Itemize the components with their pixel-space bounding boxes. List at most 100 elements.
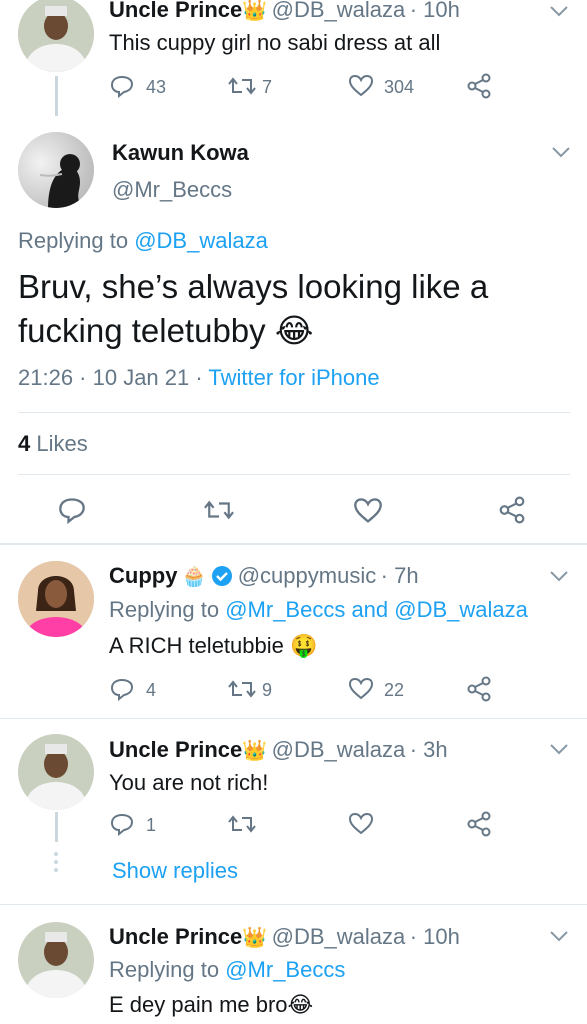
divider (0, 543, 587, 545)
tweet-header: Uncle Prince👑 @DB_walaza · 10h (109, 924, 460, 950)
reply-icon (110, 813, 134, 836)
reply-count: 1 (146, 815, 157, 835)
likes-count: 4 (18, 431, 31, 456)
retweet-button[interactable] (203, 497, 235, 523)
share-icon (467, 73, 491, 99)
share-button[interactable] (498, 496, 526, 524)
author-handle[interactable]: @DB_walaza (272, 924, 406, 949)
chevron-down-icon[interactable] (550, 145, 572, 159)
like-button[interactable] (348, 812, 374, 836)
share-button[interactable] (466, 73, 492, 99)
reply-count: 43 (146, 77, 167, 97)
replying-to-label: Replying to (109, 957, 220, 982)
author-handle[interactable]: @DB_walaza (272, 0, 406, 22)
reply-icon (110, 678, 134, 701)
like-count: 304 (384, 77, 415, 97)
replying-to-label: Replying to (18, 228, 129, 253)
tweet-source-link[interactable]: Twitter for iPhone (208, 365, 379, 390)
thread-line (55, 76, 58, 116)
reply-button[interactable] (110, 812, 134, 836)
like-icon (348, 74, 374, 97)
author-handle[interactable]: @cuppymusic (238, 563, 377, 588)
retweet-icon (228, 815, 256, 833)
author-name[interactable]: Uncle Prince (109, 0, 242, 22)
like-button[interactable] (348, 677, 374, 701)
retweet-button[interactable] (228, 812, 256, 836)
replying-to: Replying to @DB_walaza (18, 228, 268, 254)
tweet-text: E dey pain me bro😂 (109, 992, 314, 1017)
divider (18, 474, 570, 475)
divider (0, 718, 587, 719)
thread-dots (54, 852, 58, 872)
tweet-text: You are not rich! (109, 770, 269, 795)
replying-to-users-link[interactable]: @Mr_Beccs and @DB_walaza (225, 597, 528, 622)
divider (0, 904, 587, 905)
chevron-down-icon[interactable] (548, 4, 570, 18)
retweet-count: 7 (262, 77, 273, 97)
tweet-timestamp: 21:26 · 10 Jan 21 · (18, 365, 203, 390)
author-name[interactable]: Uncle Prince (109, 924, 242, 949)
tweet-time: · 3h (409, 737, 448, 762)
share-icon (467, 676, 491, 702)
reply-icon (59, 498, 85, 524)
reply-icon (110, 75, 134, 98)
reply-count: 4 (146, 680, 157, 700)
author-handle[interactable]: @DB_walaza (272, 737, 406, 762)
tweet-header: Uncle Prince👑 @DB_walaza · 3h (109, 737, 448, 763)
likes-summary[interactable]: 4 Likes (18, 431, 88, 457)
share-button[interactable] (466, 811, 492, 837)
crown-emoji: 👑 (242, 740, 268, 762)
tweet-time: · 7h (380, 563, 419, 588)
chevron-down-icon[interactable] (548, 929, 570, 943)
like-icon (348, 812, 374, 835)
share-button[interactable] (466, 676, 492, 702)
replying-to-user-link[interactable]: @Mr_Beccs (225, 957, 345, 982)
thread-line (55, 812, 58, 842)
author-name[interactable]: Kawun Kowa (112, 140, 249, 166)
focused-text-line-2: fucking teletubby 😂 (18, 312, 314, 349)
reply-button[interactable] (110, 677, 134, 701)
likes-label: Likes (36, 431, 88, 456)
retweet-button[interactable] (228, 74, 256, 98)
author-name[interactable]: Uncle Prince (109, 737, 242, 762)
like-count: 22 (384, 680, 405, 700)
replying-to-user-link[interactable]: @DB_walaza (134, 228, 268, 253)
tweet-header: Cuppy 🧁 @cuppymusic · 7h (109, 563, 419, 589)
replying-to: Replying to @Mr_Beccs and @DB_walaza (109, 597, 528, 623)
cake-emoji: 🧁 (181, 566, 207, 588)
tweet-text: This cuppy girl no sabi dress at all (109, 30, 441, 55)
avatar[interactable] (18, 734, 94, 810)
divider (18, 412, 570, 413)
tweet-time: · 10h (409, 0, 460, 22)
like-button[interactable] (348, 74, 374, 98)
share-icon (467, 811, 491, 837)
retweet-button[interactable] (228, 677, 256, 701)
chevron-down-icon[interactable] (548, 742, 570, 756)
tweet-meta: 21:26 · 10 Jan 21 · Twitter for iPhone (18, 365, 380, 391)
crown-emoji: 👑 (242, 0, 268, 22)
chevron-down-icon[interactable] (548, 569, 570, 583)
tweet-text: A RICH teletubbie 🤑 (109, 633, 318, 658)
author-handle[interactable]: @Mr_Beccs (112, 177, 232, 203)
avatar[interactable] (18, 561, 94, 637)
replying-to-label: Replying to (109, 597, 220, 622)
share-icon (499, 496, 525, 524)
like-icon (348, 677, 374, 700)
focused-text-line-1: Bruv, she’s always looking like a (18, 268, 489, 305)
reply-button[interactable] (110, 74, 134, 98)
reply-button[interactable] (58, 496, 86, 524)
like-button[interactable] (353, 497, 383, 525)
replying-to: Replying to @Mr_Beccs (109, 957, 345, 983)
author-name[interactable]: Cuppy (109, 563, 177, 588)
avatar[interactable] (18, 922, 94, 998)
avatar[interactable] (18, 132, 94, 208)
retweet-icon (204, 500, 234, 520)
like-icon (354, 498, 382, 523)
show-replies-link[interactable]: Show replies (112, 858, 238, 884)
retweet-icon (228, 77, 256, 95)
crown-emoji: 👑 (242, 927, 268, 949)
verified-badge-icon (212, 566, 233, 586)
avatar[interactable] (18, 0, 94, 72)
tweet-time: · 10h (409, 924, 460, 949)
retweet-icon (228, 680, 256, 698)
